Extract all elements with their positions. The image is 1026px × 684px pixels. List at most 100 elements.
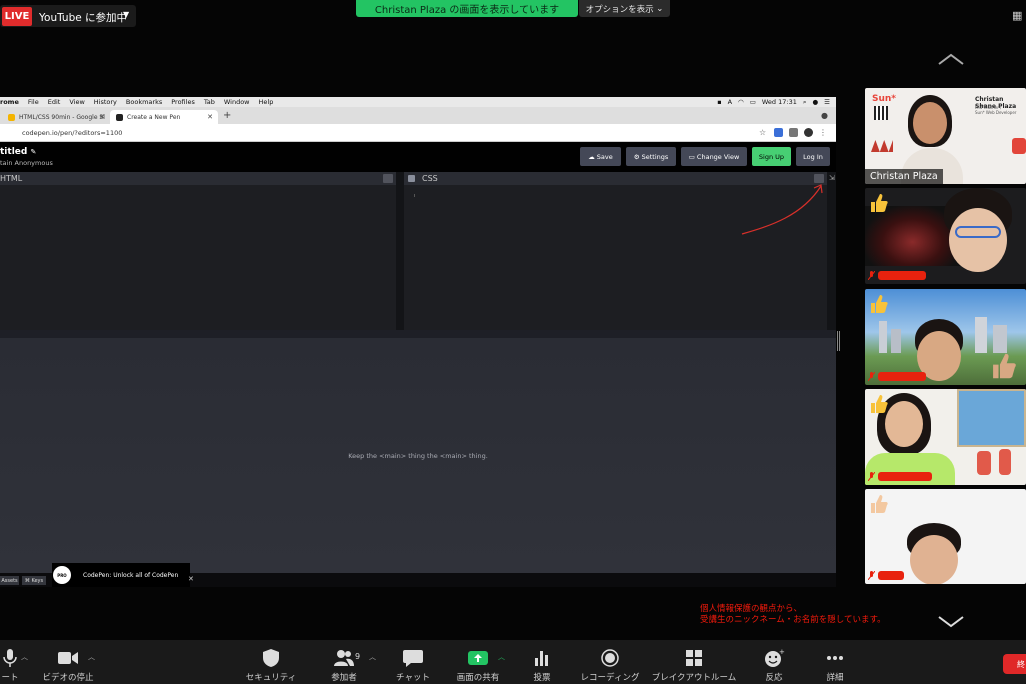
menu-help[interactable]: Help bbox=[259, 98, 274, 106]
pro-promo[interactable]: PRO CodePen: Unlock all of CodePen bbox=[52, 563, 190, 587]
text-cursor bbox=[414, 194, 415, 197]
save-button[interactable]: ☁ Save bbox=[580, 147, 621, 166]
expand-icon[interactable]: ⇲ bbox=[829, 174, 835, 182]
background-building bbox=[993, 325, 1007, 353]
chat-button[interactable]: チャット bbox=[393, 640, 433, 684]
view-layout-icon[interactable]: ▦ bbox=[1012, 9, 1026, 23]
gear-icon: ⚙ bbox=[633, 152, 640, 161]
pen-title[interactable]: titled ✎ bbox=[0, 147, 36, 157]
clock-label: Wed 17:31 bbox=[761, 98, 797, 106]
menu-window[interactable]: Window bbox=[224, 98, 250, 106]
gallery-prev-icon[interactable] bbox=[936, 52, 966, 66]
pencil-icon[interactable]: ✎ bbox=[30, 148, 36, 156]
avatar[interactable] bbox=[804, 128, 813, 137]
status-icon: ▪ bbox=[717, 98, 722, 106]
address-bar[interactable]: codepen.io/pen/?editors=1100 ☆ ⋮ bbox=[0, 124, 836, 142]
close-icon[interactable]: ✕ bbox=[188, 575, 194, 583]
menu-view[interactable]: View bbox=[69, 98, 84, 106]
svg-text:+: + bbox=[779, 648, 785, 656]
share-screen-button[interactable]: 画面の共有 bbox=[452, 640, 504, 684]
close-icon[interactable]: ✕ bbox=[99, 113, 105, 121]
log-in-button[interactable]: Log In bbox=[796, 147, 830, 166]
menu-edit[interactable]: Edit bbox=[48, 98, 61, 106]
menu-bookmarks[interactable]: Bookmarks bbox=[126, 98, 162, 106]
audio-label: ート bbox=[1, 673, 19, 683]
record-button[interactable]: レコーディング bbox=[578, 640, 642, 684]
tab-title: Create a New Pen bbox=[127, 113, 181, 121]
reactions-button[interactable]: + 反応 bbox=[754, 640, 794, 684]
browser-tab-codepen[interactable]: Create a New Pen ✕ bbox=[110, 110, 218, 124]
poll-label: 投票 bbox=[533, 673, 551, 683]
thumbs-up-icon bbox=[871, 295, 888, 313]
hand-thumbs-up bbox=[993, 353, 1016, 379]
settings-icon[interactable] bbox=[408, 175, 415, 182]
puzzle-icon[interactable] bbox=[789, 128, 798, 137]
chevron-up-icon[interactable]: ︿ bbox=[21, 652, 28, 662]
menu-app[interactable]: rome bbox=[0, 98, 19, 106]
security-label: セキュリティ bbox=[245, 673, 297, 683]
live-badge: LIVE bbox=[2, 7, 32, 26]
menu-file[interactable]: File bbox=[28, 98, 39, 106]
change-view-button[interactable]: ▭ Change View bbox=[681, 147, 747, 166]
more-button[interactable]: 詳細 bbox=[815, 640, 855, 684]
result-preview: Keep the <main> thing the <main> thing. bbox=[0, 338, 836, 573]
view-options-button[interactable]: オプションを表示 ⌄ bbox=[579, 0, 670, 17]
badge-icon bbox=[1012, 138, 1026, 154]
security-button[interactable]: セキュリティ bbox=[242, 640, 300, 684]
grid-icon bbox=[686, 650, 702, 666]
end-meeting-button[interactable]: 終 bbox=[1003, 654, 1026, 674]
screen-share-banner: Christan Plaza の画面を表示しています bbox=[356, 0, 578, 17]
participants-button[interactable]: 参加者 bbox=[324, 640, 364, 684]
cloud-icon: ☁ bbox=[588, 152, 595, 161]
poll-button[interactable]: 投票 bbox=[522, 640, 562, 684]
url-text[interactable]: codepen.io/pen/?editors=1100 bbox=[22, 129, 122, 137]
chevron-down-icon[interactable] bbox=[383, 174, 393, 183]
youtube-live-label[interactable]: YouTube に参加中 bbox=[39, 10, 127, 25]
menu-tab[interactable]: Tab bbox=[204, 98, 215, 106]
participant-tile[interactable] bbox=[865, 389, 1026, 485]
menu-history[interactable]: History bbox=[94, 98, 117, 106]
html-editor[interactable]: HTML bbox=[0, 172, 396, 330]
background-building bbox=[975, 317, 987, 353]
slides-favicon-icon bbox=[8, 113, 15, 121]
participant-tile[interactable] bbox=[865, 188, 1026, 284]
editor-panels: HTML CSS ⇲ bbox=[0, 172, 836, 330]
stop-video-button[interactable]: ビデオの停止 bbox=[40, 640, 96, 684]
audio-button[interactable]: ート bbox=[0, 640, 30, 684]
bookmark-star-icon[interactable]: ☆ bbox=[759, 128, 768, 137]
meeting-toolbar: ート ︿ ビデオの停止 ︿ セキュリティ 参加者 9 ︿ チャット 画面の共有 … bbox=[0, 640, 1026, 684]
gallery-next-icon[interactable] bbox=[936, 615, 966, 629]
slide-brand: Sun* bbox=[872, 94, 897, 104]
participant-name: Christan Plaza bbox=[865, 169, 943, 184]
html-editor-header: HTML bbox=[0, 172, 396, 185]
keys-button[interactable]: ⌘ Keys bbox=[22, 576, 46, 585]
sign-up-button[interactable]: Sign Up bbox=[752, 147, 791, 166]
mic-muted-icon bbox=[868, 372, 875, 381]
kebab-menu-icon[interactable]: ⋮ bbox=[819, 128, 828, 137]
browser-actions: ☆ ⋮ bbox=[753, 128, 828, 137]
close-icon[interactable]: ✕ bbox=[207, 113, 213, 121]
participants-label: 参加者 bbox=[331, 673, 357, 683]
participant-tile[interactable] bbox=[865, 489, 1026, 584]
browser-tab-slides[interactable]: HTML/CSS 90min - Google Sl ✕ bbox=[2, 110, 110, 124]
participant-tile[interactable] bbox=[865, 289, 1026, 385]
chevron-down-icon[interactable]: ▼ bbox=[123, 10, 129, 19]
video-camera-icon bbox=[58, 652, 78, 664]
settings-button[interactable]: ⚙ Settings bbox=[626, 147, 676, 166]
chevron-up-icon[interactable]: ︿ bbox=[88, 652, 95, 662]
menu-profiles[interactable]: Profiles bbox=[171, 98, 195, 106]
chevron-up-icon[interactable]: ︿ bbox=[369, 652, 376, 662]
participant-face bbox=[910, 535, 958, 584]
assets-button[interactable]: Assets bbox=[0, 576, 19, 585]
window-close-icon[interactable]: ● bbox=[821, 111, 828, 120]
background-world-map bbox=[957, 389, 1026, 447]
new-tab-icon[interactable]: + bbox=[223, 110, 231, 121]
participant-tile-host[interactable]: Sun* Christan Shane Plaza Mid Teacher / … bbox=[865, 88, 1026, 184]
pen-author: tain Anonymous bbox=[0, 159, 53, 167]
background-building bbox=[891, 329, 901, 353]
chevron-up-icon[interactable]: ︿ bbox=[498, 652, 505, 662]
video-label: ビデオの停止 bbox=[42, 673, 94, 683]
breakout-rooms-button[interactable]: ブレイクアウトルーム bbox=[650, 640, 738, 684]
resize-handle[interactable] bbox=[837, 331, 840, 351]
extension-icon[interactable] bbox=[774, 128, 783, 137]
